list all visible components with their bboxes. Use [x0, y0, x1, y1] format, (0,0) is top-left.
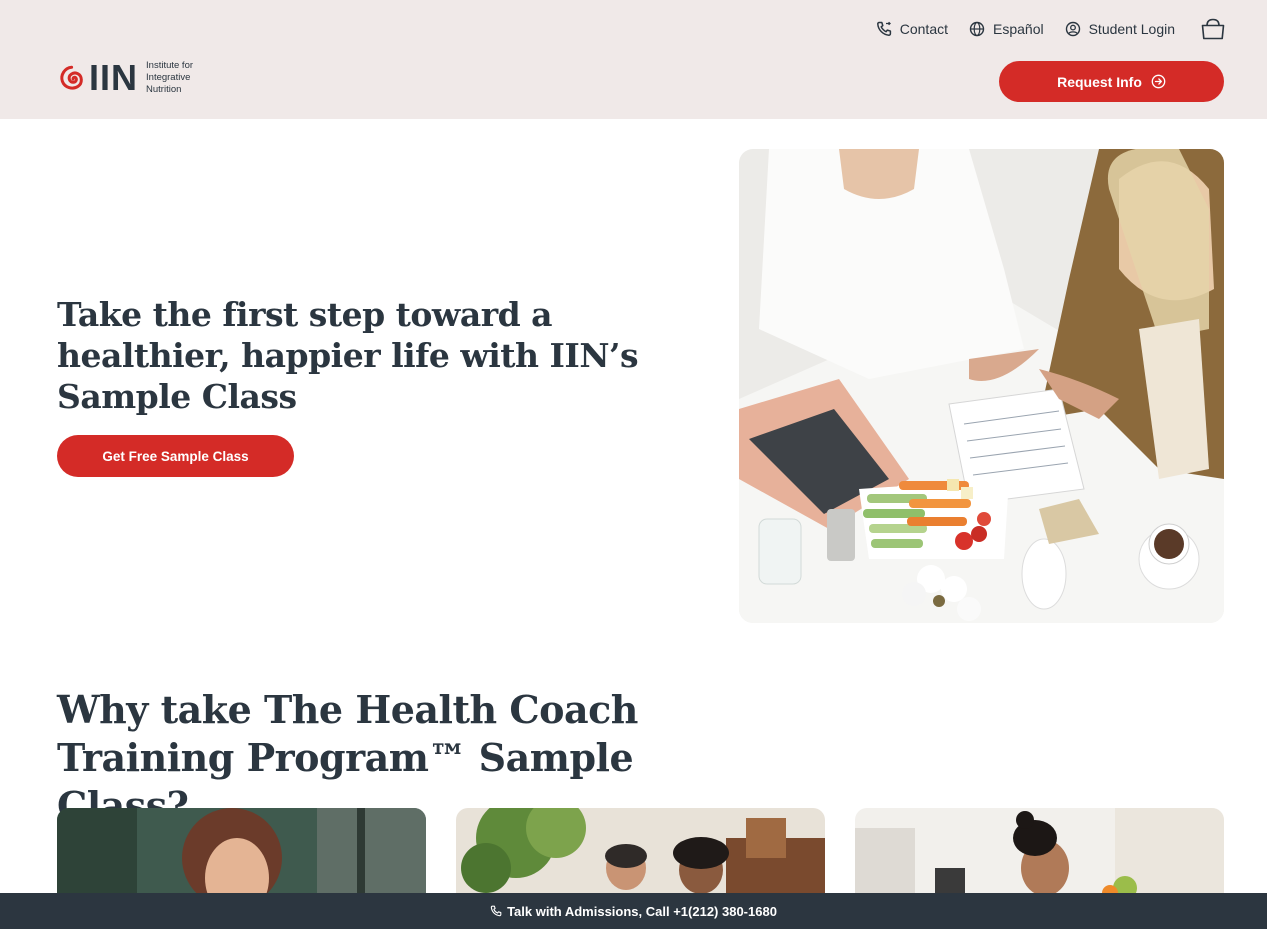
language-link[interactable]: Español: [969, 21, 1044, 37]
contact-link[interactable]: Contact: [876, 21, 948, 37]
hero-title: Take the first step toward a healthier, …: [57, 295, 639, 416]
logo-line-1: Institute for: [146, 60, 194, 71]
student-login-label: Student Login: [1088, 21, 1175, 37]
utility-nav: Contact Español Student Login: [855, 16, 1225, 42]
user-circle-icon: [1065, 21, 1080, 37]
iin-logo[interactable]: IIN Institute for Integrative Nutrition: [57, 60, 216, 96]
logo-tagline: Institute for Integrative Nutrition: [146, 60, 216, 96]
language-label: Español: [993, 21, 1044, 37]
cart-button[interactable]: [1201, 18, 1225, 40]
admissions-call-bar[interactable]: Talk with Admissions, Call +1(212) 380-1…: [0, 893, 1267, 929]
admissions-call-label: Talk with Admissions, Call +1(212) 380-1…: [507, 903, 777, 919]
arrow-circle-right-icon: [1151, 74, 1166, 89]
request-info-label: Request Info: [1057, 73, 1142, 90]
site-header: Contact Español Student Login IIN Instit…: [0, 0, 1267, 119]
globe-icon: [969, 21, 985, 37]
phone-icon: [876, 21, 891, 36]
phone-icon: [490, 905, 502, 917]
spiral-logo-icon: [60, 65, 83, 90]
contact-label: Contact: [899, 21, 948, 37]
logo-wordmark: IIN: [89, 57, 139, 98]
get-sample-class-label: Get Free Sample Class: [102, 448, 249, 464]
student-login-link[interactable]: Student Login: [1065, 21, 1175, 37]
request-info-button[interactable]: Request Info: [999, 61, 1224, 102]
logo-line-2: Integrative: [146, 72, 191, 83]
hero-image: [739, 149, 1224, 623]
get-sample-class-button[interactable]: Get Free Sample Class: [57, 435, 294, 477]
logo-line-3: Nutrition: [146, 84, 182, 95]
shopping-bag-icon: [1201, 18, 1225, 40]
